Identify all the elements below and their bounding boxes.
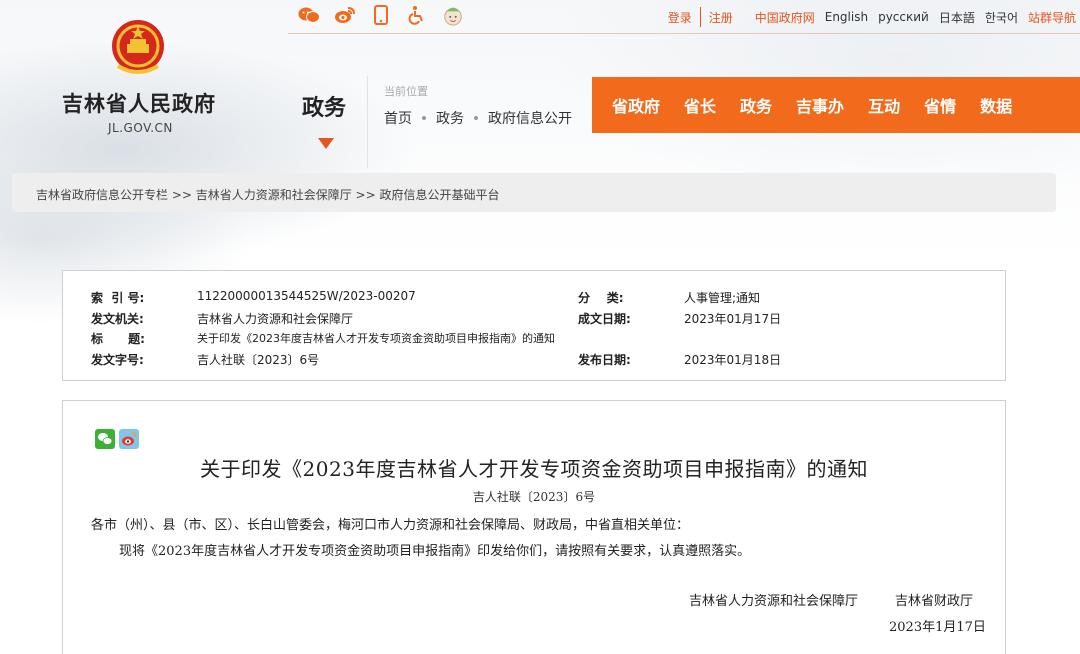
written-date-label: 成文日期: bbox=[578, 312, 631, 326]
korean-link[interactable]: 한국어 bbox=[985, 9, 1018, 26]
nav-item-province-info[interactable]: 省情 bbox=[924, 93, 956, 117]
elderly-mode-icon[interactable] bbox=[442, 4, 464, 26]
nav-item-interaction[interactable]: 互动 bbox=[868, 93, 900, 117]
russian-link[interactable]: русский bbox=[878, 10, 929, 24]
accessibility-icon[interactable] bbox=[406, 4, 428, 26]
location-breadcrumb: 首页 政务 政府信息公开 bbox=[384, 108, 572, 128]
site-domain: JL.GOV.CN bbox=[108, 121, 173, 135]
doc-no-value: 吉人社联〔2023〕6号 bbox=[197, 353, 320, 367]
site-nav-link[interactable]: 站群导航 bbox=[1028, 9, 1076, 26]
doc-no-label: 发文字号: bbox=[91, 353, 144, 367]
location-label: 当前位置 bbox=[384, 85, 428, 98]
english-link[interactable]: English bbox=[825, 10, 868, 24]
category-label: 分 类: bbox=[578, 291, 624, 305]
crumb-affairs[interactable]: 政务 bbox=[436, 108, 464, 128]
issuer-value: 吉林省人力资源和社会保障厅 bbox=[197, 312, 354, 326]
weibo-share-icon[interactable] bbox=[119, 429, 139, 453]
share-bar bbox=[95, 429, 139, 453]
nav-item-affairs[interactable]: 政务 bbox=[740, 93, 772, 117]
weibo-icon[interactable] bbox=[334, 4, 356, 26]
main-nav: 省政府 省长 政务 吉事办 互动 省情 数据 bbox=[592, 77, 1080, 133]
article-date: 2023年1月17日 bbox=[889, 620, 986, 635]
breadcrumb[interactable]: 吉林省政府信息公开专栏 >> 吉林省人力资源和社会保障厅 >> 政府信息公开基础… bbox=[12, 173, 1056, 212]
article-signer-2: 吉林省财政厅 bbox=[895, 594, 974, 609]
issuer-label: 发文机关: bbox=[91, 312, 144, 326]
publish-date-label: 发布日期: bbox=[578, 353, 631, 367]
japanese-link[interactable]: 日本語 bbox=[939, 9, 975, 26]
mobile-icon[interactable] bbox=[370, 4, 392, 26]
article-title: 关于印发《2023年度吉林省人才开发专项资金资助项目申报指南》的通知 bbox=[200, 457, 868, 481]
nav-item-data[interactable]: 数据 bbox=[980, 93, 1012, 117]
login-link[interactable]: 登录 bbox=[668, 9, 692, 26]
section-title: 政务 bbox=[302, 96, 347, 121]
nav-item-jishiban[interactable]: 吉事办 bbox=[796, 93, 844, 117]
nav-item-provincial-gov[interactable]: 省政府 bbox=[612, 93, 660, 117]
article-panel: 关于印发《2023年度吉林省人才开发专项资金资助项目申报指南》的通知 吉人社联〔… bbox=[62, 400, 1006, 654]
index-no-label: 索 引 号: bbox=[91, 291, 145, 305]
category-value: 人事管理;通知 bbox=[684, 291, 761, 305]
publish-date-value: 2023年01月18日 bbox=[684, 353, 782, 367]
article-signer-1: 吉林省人力资源和社会保障厅 bbox=[689, 594, 859, 609]
written-date-value: 2023年01月17日 bbox=[684, 312, 782, 326]
article-doc-no: 吉人社联〔2023〕6号 bbox=[472, 490, 596, 504]
section-arrow-icon bbox=[318, 138, 334, 149]
site-name[interactable]: 吉林省人民政府 bbox=[62, 88, 216, 118]
gov-cn-link[interactable]: 中国政府网 bbox=[755, 9, 815, 26]
register-link[interactable]: 注册 bbox=[709, 9, 733, 26]
article-body: 现将《2023年度吉林省人才开发专项资金资助项目申报指南》印发给你们，请按照有关… bbox=[119, 544, 751, 559]
vertical-divider bbox=[367, 76, 368, 168]
title-value: 关于印发《2023年度吉林省人才开发专项资金资助项目申报指南》的通知 bbox=[197, 332, 555, 345]
title-label: 标 题: bbox=[91, 332, 145, 346]
national-emblem-icon bbox=[110, 18, 166, 78]
crumb-info-disclosure[interactable]: 政府信息公开 bbox=[488, 108, 572, 128]
wechat-share-icon[interactable] bbox=[95, 429, 115, 453]
wechat-icon[interactable] bbox=[298, 4, 320, 26]
crumb-home[interactable]: 首页 bbox=[384, 108, 412, 128]
header-divider bbox=[288, 33, 1080, 34]
divider bbox=[699, 7, 701, 27]
document-metadata-panel: 索 引 号: 11220000013544525W/2023-00207 分 类… bbox=[62, 270, 1006, 381]
bullet-icon bbox=[474, 116, 478, 120]
nav-item-governor[interactable]: 省长 bbox=[684, 93, 716, 117]
top-icon-bar bbox=[298, 4, 464, 26]
index-no-value: 11220000013544525W/2023-00207 bbox=[197, 289, 416, 303]
article-recipients: 各市（州）、县（市、区）、长白山管委会，梅河口市人力资源和社会保障局、财政局，中… bbox=[91, 518, 690, 533]
bullet-icon bbox=[422, 116, 426, 120]
top-links: 登录 注册 中国政府网 English русский 日本語 한국어 站群导航 bbox=[658, 7, 1076, 27]
